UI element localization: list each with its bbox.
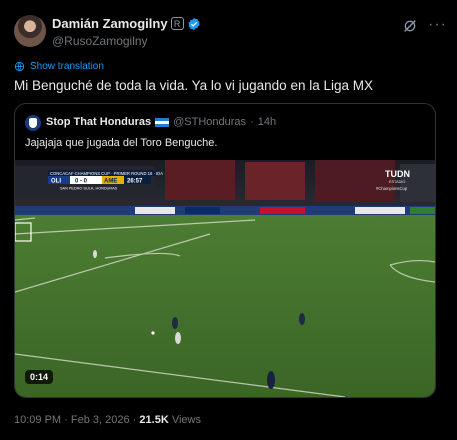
broadcaster-name: TUDN [385, 169, 410, 179]
post-time[interactable]: 10:09 PM [14, 414, 61, 426]
meta-separator: · [64, 414, 71, 426]
broadcaster-tag: #ChampionsCup [376, 186, 408, 191]
video-player[interactable]: CONCACAF CHAMPIONS CUP · PRIMER ROUND 16… [15, 160, 435, 397]
author-avatar[interactable] [14, 15, 46, 47]
views-label: Views [171, 414, 201, 426]
quote-time[interactable]: 14h [258, 116, 276, 128]
scoreboard-score: 0 - 0 [75, 179, 88, 185]
pitch [15, 215, 435, 397]
tweet-meta: 10:09 PM · Feb 3, 2026 · 21.5K Views [14, 414, 201, 426]
quote-header: Stop That Honduras @STHonduras · 14h [46, 116, 276, 128]
scoreboard-home: OLI [51, 179, 61, 185]
quote-author-handle[interactable]: @STHonduras [173, 116, 246, 128]
views-count: 21.5K [139, 414, 169, 426]
show-translation-label[interactable]: Show translation [30, 61, 104, 72]
quoted-tweet[interactable]: Stop That Honduras @STHonduras · 14h Jaj… [14, 103, 436, 398]
tweet-text: Mi Benguché de toda la vida. Ya lo vi ju… [14, 78, 373, 93]
registered-badge: R [170, 17, 184, 30]
globe-icon [14, 61, 25, 72]
broadcaster-sub: ESTADIO [389, 180, 405, 184]
honduras-flag-icon [155, 117, 170, 127]
quote-avatar[interactable] [25, 115, 41, 131]
show-translation-link[interactable]: Show translation [14, 61, 104, 72]
scoreboard-away: AME [104, 179, 117, 185]
scoreboard-clock: 26:57 [127, 179, 143, 185]
quote-separator: · [250, 116, 254, 128]
more-icon[interactable]: ··· [428, 16, 447, 34]
quote-text: Jajajaja que jugada del Toro Benguche. [25, 137, 218, 149]
scoreboard-venue: SAN PEDRO SULA, HONDURAS [60, 187, 118, 191]
verified-badge-icon [188, 17, 200, 30]
author-name[interactable]: Damián Zamogilny [52, 16, 168, 31]
video-duration: 0:14 [25, 370, 54, 384]
scoreboard-competition: CONCACAF CHAMPIONS CUP · PRIMER ROUND 16… [50, 171, 163, 176]
grok-icon[interactable] [402, 18, 418, 34]
author-handle[interactable]: @RusoZamogilny [52, 34, 148, 48]
author-name-row[interactable]: Damián Zamogilny R [52, 16, 201, 31]
post-date[interactable]: Feb 3, 2026 [71, 414, 130, 426]
quote-author-name[interactable]: Stop That Honduras [46, 116, 151, 128]
